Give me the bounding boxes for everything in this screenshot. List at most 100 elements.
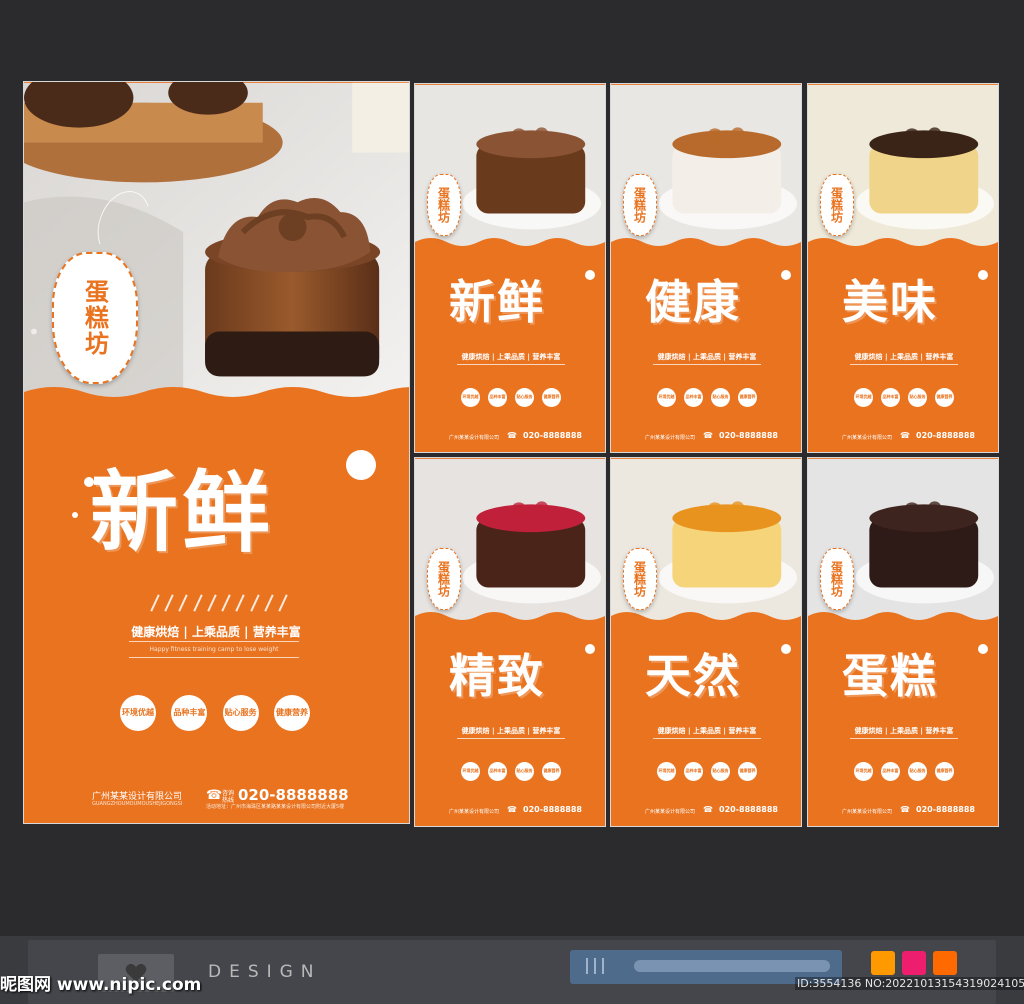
feature-circle: 品种丰富 [684,388,703,407]
wave-divider [808,238,998,252]
feature-circle: 贴心服务 [515,388,534,407]
company-name: 广州某某设计有限公司 [645,809,696,815]
wave-divider [24,387,409,412]
phone-icon: ☎ [507,805,517,814]
shop-tag-text: 蛋糕坊 [436,561,451,597]
features-line: 健康烘焙 | 上乘品质 | 营养丰富 [461,727,561,735]
shop-tag: 蛋糕坊 [52,252,138,384]
shop-tag-text: 蛋糕坊 [632,187,647,223]
poster-title: 健康 [645,275,741,329]
shop-tag: 蛋糕坊 [820,174,854,236]
feature-circle: 健康营养 [273,695,310,731]
feature-circles: 环境优越 品种丰富 贴心服务 健康营养 [461,762,561,781]
feature-circle: 健康营养 [542,762,561,781]
feature-circles: 环境优越 品种丰富 贴心服务 健康营养 [854,762,954,781]
phone-number: 020-8888888 [523,805,582,814]
phone-number: 020-8888888 [238,786,349,804]
feature-circles: 环境优越 品种丰富 贴心服务 健康营养 [657,388,757,407]
feature-circle: 贴心服务 [711,762,730,781]
shop-tag-text: 蛋糕坊 [80,279,109,357]
feature-circle: 环境优越 [854,388,873,407]
color-swatch [933,951,957,975]
feature-circle: 环境优越 [657,388,676,407]
shop-tag: 蛋糕坊 [623,548,657,610]
company-name: 广州某某设计有限公司 [842,809,893,815]
paint-splat [978,270,988,280]
feature-circle: 环境优越 [461,388,480,407]
event-address: 活动地址：广州市海珠区某某路某某设计有限公司附近大厦5楼 [206,804,345,810]
shop-tag: 蛋糕坊 [427,548,461,610]
features-line: 健康烘焙 | 上乘品质 | 营养丰富 [131,625,301,639]
paint-splat [346,450,376,480]
features-line: 健康烘焙 | 上乘品质 | 营养丰富 [854,353,954,361]
paint-splat [781,270,791,280]
subtitle-en: Happy fitness training camp to lose weig… [149,646,279,653]
phone-icon: ☎ [703,805,713,814]
shop-tag-text: 蛋糕坊 [829,561,844,597]
company-name: 广州某某设计有限公司 [449,809,500,815]
divider-line [129,657,299,658]
phone-number: 020-8888888 [719,805,778,814]
small-poster: 蛋糕坊 新鲜 健康烘焙 | 上乘品质 | 营养丰富 环境优越 品种丰富 贴心服务… [414,83,606,453]
shop-tag-text: 蛋糕坊 [436,187,451,223]
small-poster: 蛋糕坊 美味 健康烘焙 | 上乘品质 | 营养丰富 环境优越 品种丰富 贴心服务… [807,83,999,453]
divider-line [850,364,958,365]
phone-icon: ☎ [703,431,713,440]
poster-title: 精致 [449,649,545,703]
divider-line [653,364,761,365]
phone-number: 020-8888888 [523,431,582,440]
feature-circle: 健康营养 [935,762,954,781]
shop-tag-text: 蛋糕坊 [829,187,844,223]
wave-divider [611,612,801,626]
wave-divider [611,238,801,252]
color-swatch [871,951,895,975]
feature-circle: 贴心服务 [222,695,259,731]
divider-line [457,364,565,365]
phone-label: 咨询热线 [222,790,235,804]
feature-circles: 环境优越 品种丰富 贴心服务 健康营养 [854,388,954,407]
divider-line [653,738,761,739]
feature-circle: 品种丰富 [881,388,900,407]
shop-tag: 蛋糕坊 [427,174,461,236]
small-poster: 蛋糕坊 蛋糕 健康烘焙 | 上乘品质 | 营养丰富 环境优越 品种丰富 贴心服务… [807,457,999,827]
paint-splat [585,270,595,280]
feature-circle: 环境优越 [120,695,156,731]
feature-circle: 贴心服务 [908,388,927,407]
watermark: 昵图网 www.nipic.com [0,975,202,995]
features-line: 健康烘焙 | 上乘品质 | 营养丰富 [854,727,954,735]
feature-circle: 品种丰富 [881,762,900,781]
company-name-en: GUANGZHOUMOUMOUSHEJIGONGSI [92,801,183,807]
divider-line [129,641,299,642]
main-poster: 蛋糕坊 新鲜 健康烘焙 | 上乘品质 | 营养丰富 Happy fitness … [23,81,410,824]
image-id: ID:3554136 NO:20221013154319024105 [795,977,1024,990]
small-poster: 蛋糕坊 精致 健康烘焙 | 上乘品质 | 营养丰富 环境优越 品种丰富 贴心服务… [414,457,606,827]
main-title: 新鲜 [90,460,275,564]
paint-splat [781,644,791,654]
paint-splat [585,644,595,654]
company-name: 广州某某设计有限公司 [645,435,696,441]
feature-circle: 健康营养 [738,388,757,407]
divider-line [850,738,958,739]
feature-circle: 品种丰富 [488,762,507,781]
paint-splat [978,644,988,654]
feature-circle: 环境优越 [854,762,873,781]
feature-circle: 健康营养 [935,388,954,407]
feature-circle: 健康营养 [542,388,561,407]
shop-tag: 蛋糕坊 [820,548,854,610]
feature-circle: 环境优越 [461,762,480,781]
feature-circle: 健康营养 [738,762,757,781]
cutlery-decoration [150,594,288,612]
feature-circles: 环境优越 品种丰富 贴心服务 健康营养 [657,762,757,781]
features-line: 健康烘焙 | 上乘品质 | 营养丰富 [657,353,757,361]
feature-circles: 环境优越 品种丰富 贴心服务 健康营养 [120,695,310,731]
feature-circle: 品种丰富 [684,762,703,781]
feature-circle: 贴心服务 [515,762,534,781]
phone-number: 020-8888888 [916,431,975,440]
phone-icon: ☎ [206,788,223,803]
phone-number: 020-8888888 [719,431,778,440]
wave-divider [808,612,998,626]
phone-number: 020-8888888 [916,805,975,814]
small-poster: 蛋糕坊 天然 健康烘焙 | 上乘品质 | 营养丰富 环境优越 品种丰富 贴心服务… [610,457,802,827]
shop-tag-text: 蛋糕坊 [632,561,647,597]
company-name: 广州某某设计有限公司 [842,435,893,441]
